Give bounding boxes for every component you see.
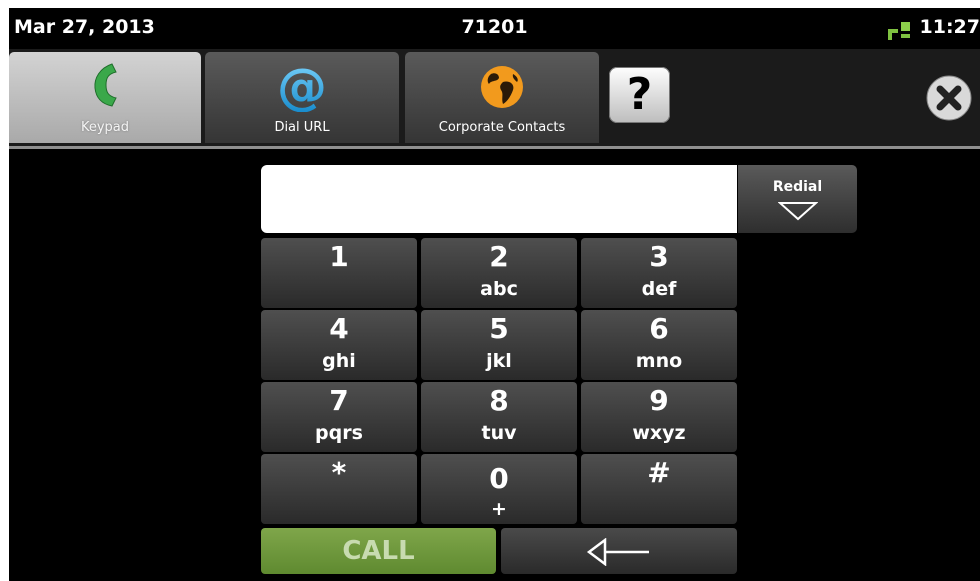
status-time: 11:27 <box>919 16 980 38</box>
key-1[interactable]: 1 <box>261 238 417 308</box>
key-digit: 5 <box>489 312 509 345</box>
help-button[interactable]: ? <box>609 67 670 123</box>
key-4[interactable]: 4 ghi <box>261 310 417 380</box>
key-letters: wxyz <box>632 422 686 444</box>
key-8[interactable]: 8 tuv <box>421 382 577 452</box>
tab-label: Corporate Contacts <box>438 120 566 135</box>
key-0[interactable]: 0 + <box>421 454 577 524</box>
close-button[interactable] <box>925 74 973 122</box>
key-9[interactable]: 9 wxyz <box>581 382 737 452</box>
key-digit: * <box>331 456 347 489</box>
call-button[interactable]: CALL <box>261 528 496 574</box>
status-extension: 71201 <box>461 16 528 38</box>
key-digit: 6 <box>649 312 669 345</box>
key-digit: 7 <box>329 384 349 417</box>
key-hash[interactable]: # <box>581 454 737 524</box>
key-digit: 2 <box>489 240 509 273</box>
key-digit: 0 <box>489 462 509 495</box>
help-icon: ? <box>626 69 653 120</box>
key-letters: abc <box>480 278 518 300</box>
key-letters: pqrs <box>315 422 363 444</box>
key-digit: 8 <box>489 384 509 417</box>
svg-text:@: @ <box>277 62 327 112</box>
redial-label: Redial <box>772 179 823 195</box>
key-letters: def <box>641 278 677 300</box>
backspace-button[interactable] <box>501 528 737 574</box>
key-6[interactable]: 6 mno <box>581 310 737 380</box>
key-digit: 1 <box>329 240 349 273</box>
key-letters: mno <box>635 350 683 372</box>
call-label: CALL <box>342 536 415 566</box>
key-3[interactable]: 3 def <box>581 238 737 308</box>
phone-screen: Mar 27, 2013 71201 11:27 Keypad @ Dial U… <box>9 8 980 581</box>
key-letters: + <box>491 498 507 520</box>
key-5[interactable]: 5 jkl <box>421 310 577 380</box>
globe-icon <box>477 62 527 116</box>
key-7[interactable]: 7 pqrs <box>261 382 417 452</box>
key-letters: tuv <box>481 422 517 444</box>
tab-corporate-contacts[interactable]: Corporate Contacts <box>405 52 599 143</box>
chevron-down-icon <box>778 202 818 221</box>
key-star[interactable]: * <box>261 454 417 524</box>
dial-number-input[interactable] <box>261 165 737 233</box>
key-letters: ghi <box>322 350 356 372</box>
phone-handset-icon <box>92 62 118 112</box>
backspace-arrow-icon <box>586 538 649 566</box>
network-status-icon <box>888 22 910 40</box>
tab-label: Dial URL <box>274 120 330 135</box>
status-bar: Mar 27, 2013 71201 11:27 <box>9 8 980 49</box>
tab-label: Keypad <box>80 120 130 135</box>
tab-keypad[interactable]: Keypad <box>9 52 201 143</box>
redial-button[interactable]: Redial <box>738 165 857 233</box>
key-digit: 9 <box>649 384 669 417</box>
key-letters: jkl <box>486 350 512 372</box>
key-digit: # <box>647 456 671 489</box>
tab-bar: Keypad @ Dial URL Corporate Contacts ? <box>9 49 980 149</box>
at-sign-icon: @ <box>276 58 328 116</box>
key-2[interactable]: 2 abc <box>421 238 577 308</box>
key-digit: 3 <box>649 240 669 273</box>
key-digit: 4 <box>329 312 349 345</box>
tab-dial-url[interactable]: @ Dial URL <box>205 52 399 143</box>
close-icon <box>926 75 972 121</box>
